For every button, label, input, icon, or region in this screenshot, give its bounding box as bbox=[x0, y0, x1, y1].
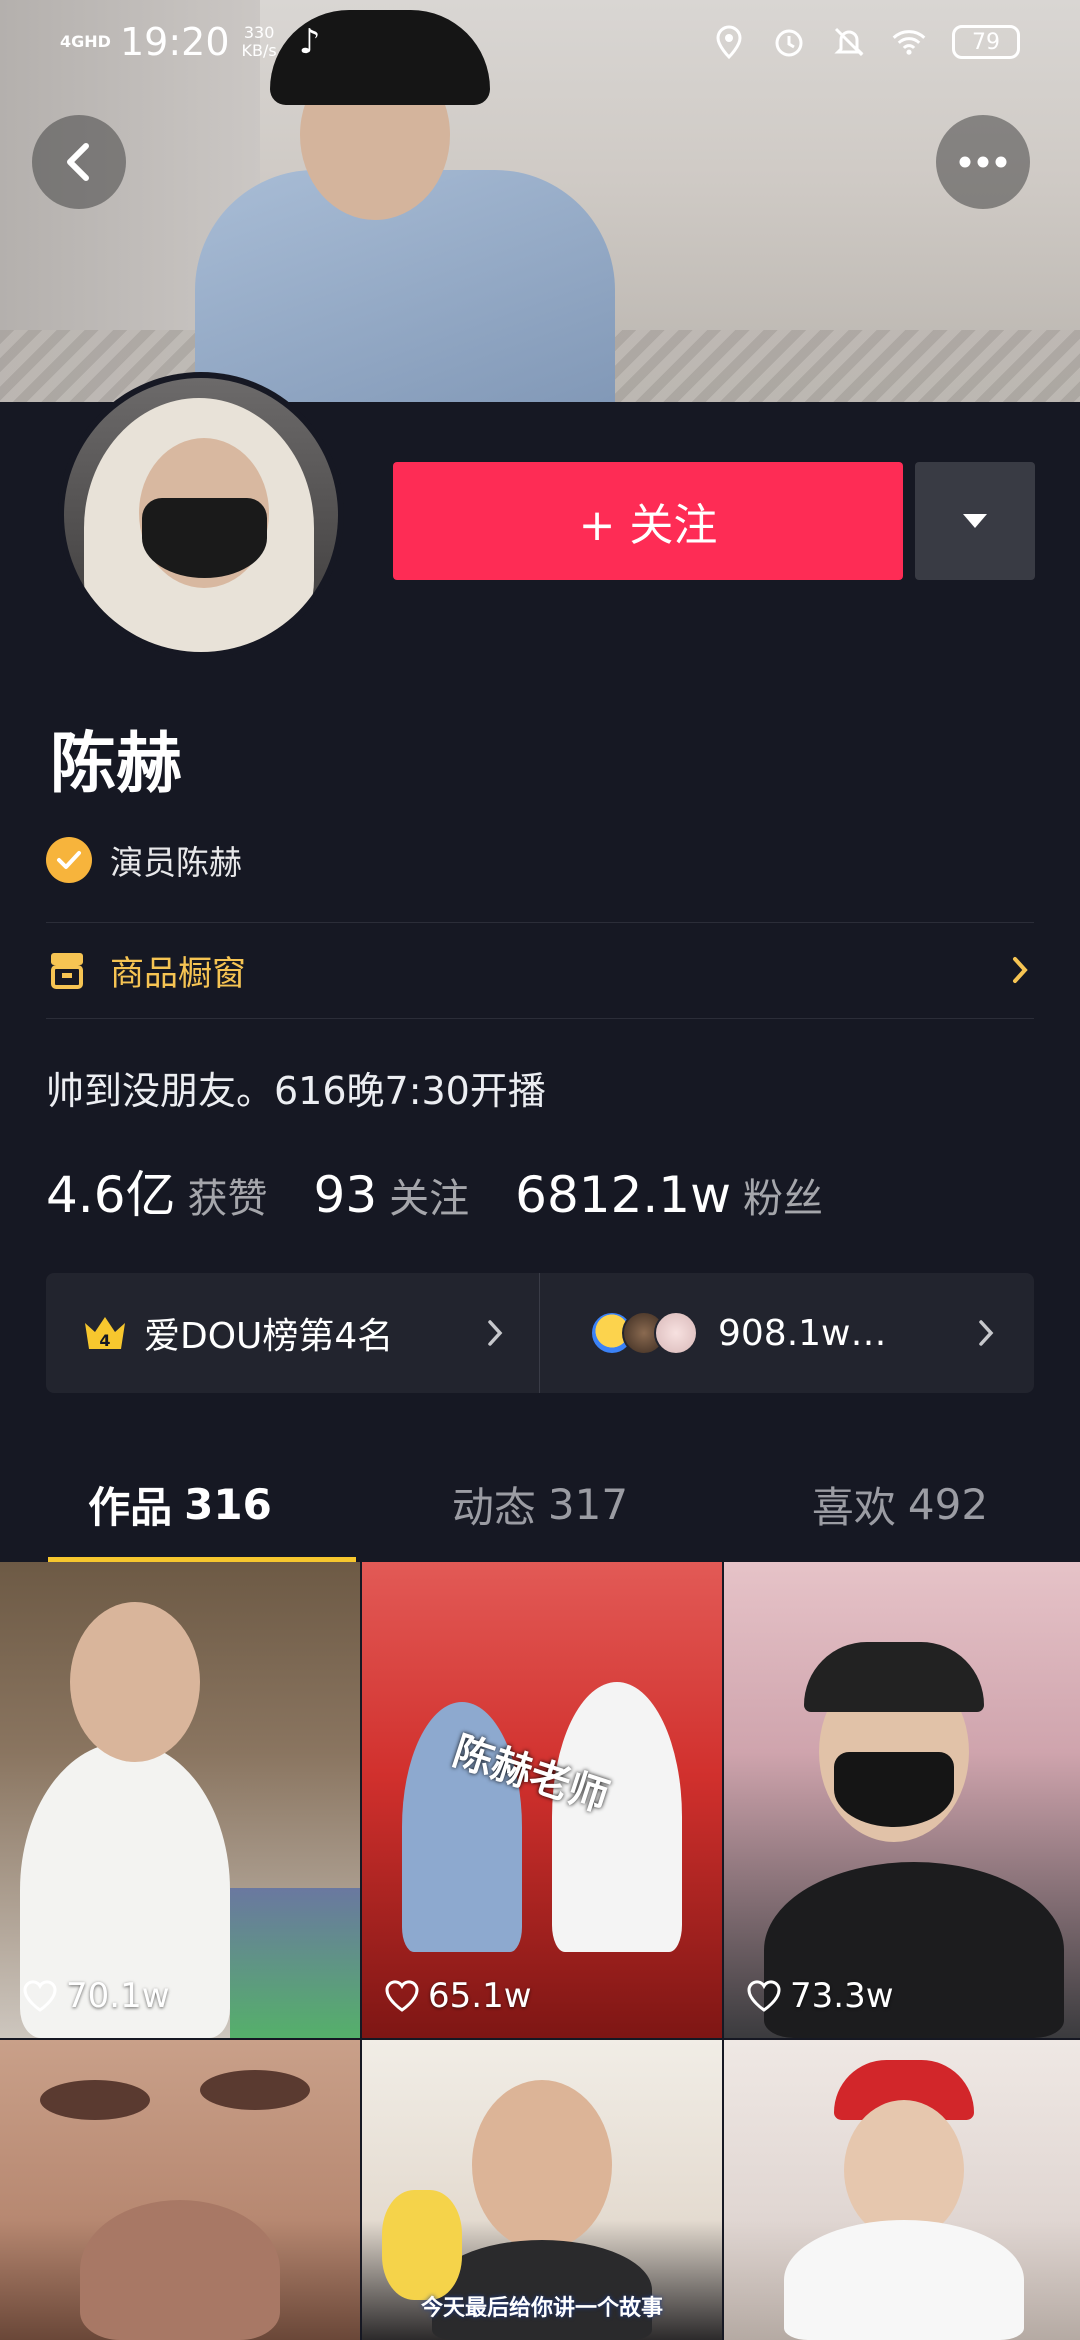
shop-window-label: 商品橱窗 bbox=[110, 953, 246, 994]
follow-button[interactable]: + 关注 bbox=[393, 462, 903, 580]
recommend-dropdown-button[interactable] bbox=[915, 462, 1035, 580]
network-speed-unit: KB/s bbox=[241, 41, 277, 60]
verification-row: 演员陈赫 bbox=[46, 836, 242, 884]
video-likes: 65.1w bbox=[384, 1976, 532, 2016]
video-likes: 70.1w bbox=[22, 1976, 170, 2016]
alarm-icon bbox=[772, 25, 806, 59]
chevron-right-icon bbox=[979, 1320, 994, 1346]
profile-bio: 帅到没朋友。616晚7:30开播 bbox=[46, 1069, 546, 1113]
fan-club-count: 908.1w… bbox=[718, 1312, 887, 1354]
profile-stats: 4.6亿 获赞 93 关注 6812.1w 粉丝 bbox=[46, 1155, 869, 1227]
likes-count: 4.6亿 bbox=[46, 1166, 176, 1224]
rank-label: 爱DOU榜第4名 bbox=[144, 1316, 394, 1357]
tab-likes-count: 492 bbox=[907, 1479, 989, 1529]
divider bbox=[46, 1018, 1034, 1019]
video-thumbnail[interactable]: 今天最后给你讲一个故事 bbox=[362, 2040, 722, 2340]
tab-works-label: 作品 bbox=[88, 1482, 173, 1532]
battery-indicator: 79 bbox=[952, 25, 1020, 59]
tab-likes-label: 喜欢 bbox=[811, 1482, 896, 1532]
shop-window-row[interactable]: 商品橱窗 bbox=[46, 930, 1034, 1010]
chevron-right-icon bbox=[1013, 957, 1028, 983]
avatar[interactable] bbox=[58, 372, 344, 658]
likes-label: 获赞 bbox=[187, 1176, 268, 1222]
status-icons: 79 bbox=[712, 25, 1020, 59]
thumb-inset bbox=[230, 1888, 360, 2038]
profile-name: 陈赫 bbox=[50, 725, 182, 802]
thumb-face bbox=[472, 2080, 612, 2250]
avatar-image bbox=[64, 378, 338, 652]
following-label[interactable]: 关注 bbox=[389, 1166, 469, 1224]
video-thumbnail[interactable]: 陈赫老师 65.1w bbox=[362, 1562, 722, 2038]
rank-card: 4 爱DOU榜第4名 908.1w… bbox=[46, 1273, 1034, 1393]
content-tabs: 作品 316 动态 317 喜欢 492 bbox=[0, 1445, 1080, 1563]
divider bbox=[46, 922, 1034, 923]
video-caption: 今天最后给你讲一个故事 bbox=[420, 2296, 663, 2321]
fan-avatar bbox=[654, 1311, 698, 1355]
mute-bell-icon bbox=[832, 25, 866, 59]
video-likes-count: 73.3w bbox=[790, 1976, 894, 2016]
crown-number: 4 bbox=[99, 1331, 110, 1350]
thumb-cap bbox=[804, 1642, 984, 1712]
clock: 19:20 bbox=[120, 20, 230, 64]
thumb-toy bbox=[382, 2190, 462, 2300]
followers-count[interactable]: 6812.1w bbox=[515, 1166, 731, 1224]
thumb-eye bbox=[40, 2080, 150, 2120]
tab-likes[interactable]: 喜欢 492 bbox=[720, 1445, 1080, 1563]
following-count[interactable]: 93 bbox=[314, 1166, 378, 1224]
fan-club-entry[interactable]: 908.1w… bbox=[540, 1273, 1034, 1393]
thumb-hand bbox=[80, 2200, 280, 2340]
avatar-mask bbox=[142, 498, 267, 578]
network-speed-value: 330 bbox=[243, 23, 275, 42]
video-thumbnail[interactable]: 73.3w bbox=[724, 1562, 1080, 2038]
chevron-left-icon bbox=[67, 143, 89, 181]
signal-indicator: 4GHD bbox=[60, 32, 111, 51]
video-thumbnail[interactable]: 70.1w bbox=[0, 1562, 360, 2038]
video-likes: 73.3w bbox=[746, 1976, 894, 2016]
heart-icon bbox=[747, 1980, 781, 2012]
thumb-mask bbox=[834, 1752, 954, 1827]
video-thumbnail[interactable] bbox=[724, 2040, 1080, 2340]
status-bar: 4GHD 19:20 330 KB/s ♪ 79 bbox=[0, 0, 1080, 84]
crown-icon: 4 bbox=[85, 1317, 125, 1350]
tab-works-count: 316 bbox=[184, 1479, 272, 1529]
video-thumbnail[interactable] bbox=[0, 2040, 360, 2340]
tab-moments-label: 动态 bbox=[451, 1482, 536, 1532]
back-button[interactable] bbox=[32, 115, 126, 209]
shop-icon bbox=[51, 953, 83, 989]
video-likes-count: 70.1w bbox=[66, 1976, 170, 2016]
tab-works[interactable]: 作品 316 bbox=[0, 1445, 360, 1563]
chevron-right-icon bbox=[488, 1320, 503, 1346]
tiktok-icon: ♪ bbox=[298, 22, 321, 62]
video-likes-count: 65.1w bbox=[428, 1976, 532, 2016]
thumb-eye bbox=[200, 2070, 310, 2110]
thumb-shirt bbox=[784, 2220, 1024, 2340]
thumb-person bbox=[552, 1682, 682, 1952]
heart-icon bbox=[23, 1980, 57, 2012]
more-options-button[interactable] bbox=[936, 115, 1030, 209]
thumb-face bbox=[844, 2100, 964, 2240]
tab-moments[interactable]: 动态 317 bbox=[360, 1445, 720, 1563]
triangle-down-icon bbox=[963, 514, 987, 528]
idol-rank-entry[interactable]: 4 爱DOU榜第4名 bbox=[46, 1273, 540, 1393]
location-icon bbox=[712, 25, 746, 59]
tab-moments-count: 317 bbox=[547, 1479, 629, 1529]
video-grid: 70.1w 陈赫老师 65.1w 73.3w 今天最后给你讲一个故事 bbox=[0, 1562, 1080, 2340]
fan-avatars bbox=[590, 1311, 698, 1355]
thumb-face bbox=[70, 1602, 200, 1762]
verified-label: 演员陈赫 bbox=[110, 843, 242, 882]
wifi-icon bbox=[892, 25, 926, 59]
network-speed: 330 KB/s bbox=[242, 24, 277, 60]
verified-check-icon bbox=[46, 837, 92, 883]
followers-label[interactable]: 粉丝 bbox=[743, 1166, 823, 1224]
heart-icon bbox=[385, 1980, 419, 2012]
more-dots-icon bbox=[959, 156, 1007, 168]
